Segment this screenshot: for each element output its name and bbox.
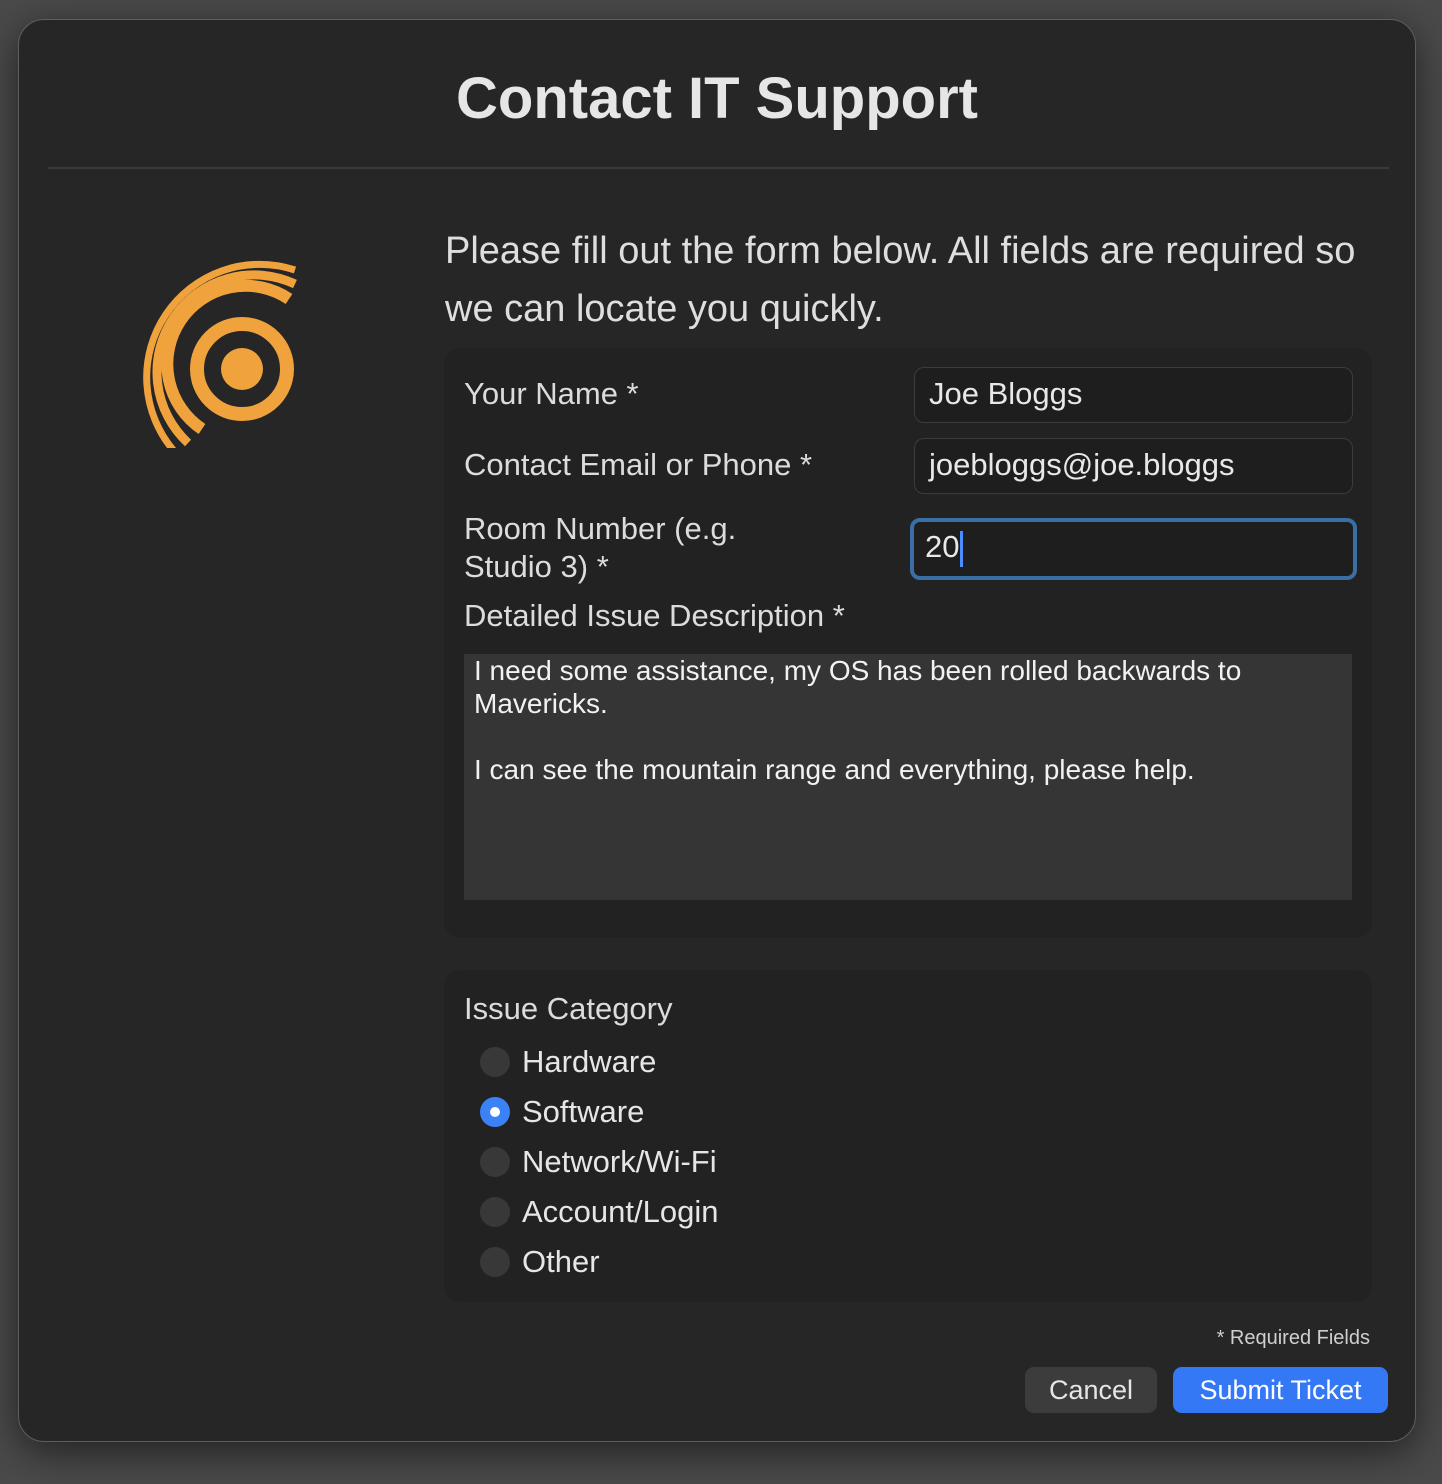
title-divider	[48, 167, 1389, 169]
room-label-line2: Studio 3) *	[464, 549, 609, 584]
radio-label-hardware: Hardware	[522, 1044, 657, 1079]
name-input[interactable]: Joe Bloggs	[914, 367, 1353, 423]
contact-it-support-dialog: Contact IT Support Please fill out the f…	[18, 19, 1416, 1442]
room-label: Room Number (e.g. Studio 3) *	[464, 510, 736, 586]
radio-button-hardware[interactable]	[480, 1047, 510, 1077]
radio-hardware[interactable]: Hardware	[480, 1042, 656, 1082]
issue-category-title: Issue Category	[464, 991, 673, 1026]
issue-category-panel: Issue Category Hardware Software Network…	[444, 970, 1372, 1302]
radio-software[interactable]: Software	[480, 1092, 644, 1132]
radio-button-network[interactable]	[480, 1147, 510, 1177]
room-number-input[interactable]: 20	[910, 518, 1357, 580]
radio-label-other: Other	[522, 1244, 600, 1279]
room-number-value: 20	[925, 529, 960, 564]
radio-button-account[interactable]	[480, 1197, 510, 1227]
contact-input[interactable]: joebloggs@joe.bloggs	[914, 438, 1353, 494]
contact-fields-panel: Your Name * Joe Bloggs Contact Email or …	[444, 348, 1372, 938]
radio-button-other[interactable]	[480, 1247, 510, 1277]
cancel-button[interactable]: Cancel	[1025, 1367, 1157, 1413]
description-textarea[interactable]: I need some assistance, my OS has been r…	[464, 654, 1352, 900]
radio-label-network: Network/Wi-Fi	[522, 1144, 717, 1179]
description-label: Detailed Issue Description *	[464, 598, 845, 633]
submit-ticket-button[interactable]: Submit Ticket	[1173, 1367, 1388, 1413]
intro-text: Please fill out the form below. All fiel…	[445, 230, 1356, 330]
radio-account[interactable]: Account/Login	[480, 1192, 718, 1232]
radio-other[interactable]: Other	[480, 1242, 600, 1282]
radio-network[interactable]: Network/Wi-Fi	[480, 1142, 717, 1182]
target-rings-logo-icon	[143, 260, 297, 448]
radio-button-software[interactable]	[480, 1097, 510, 1127]
required-fields-note: * Required Fields	[1216, 1327, 1370, 1349]
name-label: Your Name *	[464, 376, 639, 411]
contact-label: Contact Email or Phone *	[464, 447, 813, 482]
text-caret	[960, 530, 964, 567]
dialog-title: Contact IT Support	[456, 66, 978, 131]
room-label-line1: Room Number (e.g.	[464, 511, 737, 546]
radio-label-account: Account/Login	[522, 1194, 719, 1229]
radio-label-software: Software	[522, 1094, 645, 1129]
